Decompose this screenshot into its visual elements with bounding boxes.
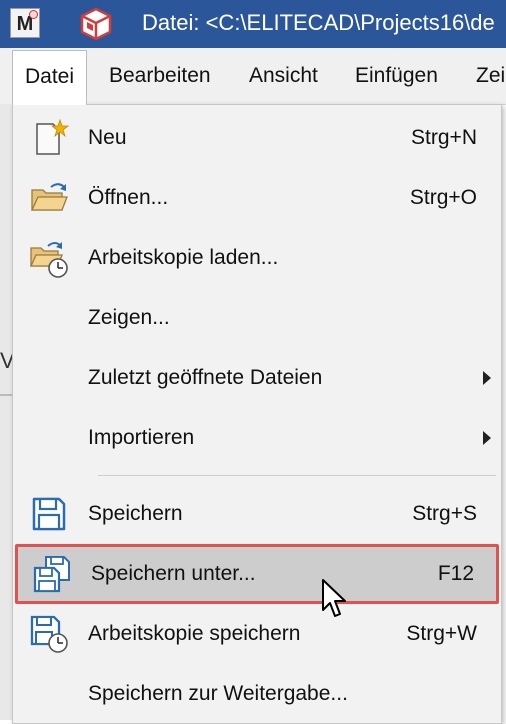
mouse-cursor-icon (322, 579, 346, 617)
menu-item-oeffnen[interactable]: Öffnen... Strg+O (13, 168, 501, 228)
background-app-area: V (0, 104, 15, 720)
app-menu-icon[interactable]: M (10, 8, 40, 38)
menu-item-label: Importieren (88, 426, 195, 449)
menu-item-label: Arbeitskopie laden... (88, 246, 279, 269)
menu-item-speichern[interactable]: Speichern Strg+S (13, 484, 501, 544)
menu-item-label: Öffnen... (88, 186, 169, 209)
menu-bearbeiten[interactable]: Bearbeiten (109, 48, 211, 104)
menu-item-speichern-unter[interactable]: Speichern unter... F12 (15, 544, 499, 604)
menu-item-speichern-zur-weitergabe[interactable]: Speichern zur Weitergabe... (13, 664, 501, 724)
new-document-icon (36, 118, 69, 155)
load-working-copy-icon (29, 242, 68, 278)
menu-item-neu[interactable]: Neu Strg+N (13, 108, 501, 168)
menu-item-arbeitskopie-speichern[interactable]: Arbeitskopie speichern Strg+W (13, 604, 501, 664)
submenu-arrow-icon (483, 431, 491, 445)
submenu-arrow-icon (483, 371, 491, 385)
elitecad-logo-icon (80, 7, 112, 41)
window-title: Datei: <C:\ELITECAD\Projects16\de (142, 10, 495, 35)
menu-item-label: Speichern zur Weitergabe... (88, 682, 348, 705)
menu-item-importieren[interactable]: Importieren (13, 408, 501, 468)
title-bar: M Datei: <C:\ELITECAD\Projects16\de (0, 0, 506, 48)
menu-item-zeigen[interactable]: Zeigen... (13, 288, 501, 348)
menu-item-label: Neu (88, 126, 127, 149)
menu-item-shortcut: Strg+O (409, 186, 477, 209)
open-folder-icon (30, 183, 68, 211)
menu-item-label: Speichern (88, 502, 183, 525)
menu-item-label: Zeigen... (88, 306, 170, 329)
menu-item-arbeitskopie-laden[interactable]: Arbeitskopie laden... (13, 228, 501, 288)
menu-item-label: Arbeitskopie speichern (88, 622, 301, 645)
menu-item-shortcut: F12 (437, 562, 474, 585)
save-working-copy-icon (30, 615, 68, 653)
menu-item-label: Zuletzt geöffnete Dateien (88, 366, 323, 389)
menu-item-zuletzt-geoeffnete-dateien[interactable]: Zuletzt geöffnete Dateien (13, 348, 501, 408)
notification-dot-icon (29, 10, 38, 19)
menu-item-shortcut: Strg+S (412, 502, 477, 525)
file-menu-dropdown: Neu Strg+N Öffnen... Strg+O Arbeitskopie… (12, 104, 502, 724)
menu-ansicht[interactable]: Ansicht (249, 48, 318, 104)
menu-datei[interactable]: Datei (12, 50, 88, 105)
save-icon (32, 497, 66, 531)
menu-bar: Datei Bearbeiten Ansicht Einfügen Zei (0, 48, 506, 105)
background-divider (0, 394, 12, 396)
menu-separator (98, 475, 496, 476)
menu-item-shortcut: Strg+N (411, 126, 477, 149)
menu-item-label: Speichern unter... (91, 562, 256, 585)
menu-einfuegen[interactable]: Einfügen (355, 48, 438, 104)
save-as-icon (33, 556, 70, 593)
menu-item-shortcut: Strg+W (406, 622, 477, 645)
menu-zeichnen[interactable]: Zei (476, 48, 505, 104)
